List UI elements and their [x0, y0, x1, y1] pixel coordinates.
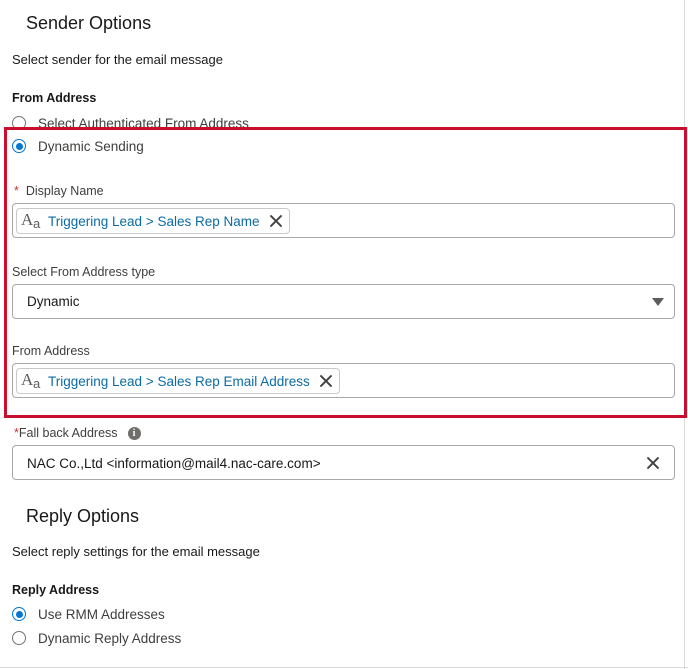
- reply-address-heading: Reply Address: [12, 583, 100, 597]
- fallback-address-label-text: Fall back Address: [18, 426, 118, 440]
- from-address-pill-text: Triggering Lead > Sales Rep Email Addres…: [48, 373, 310, 389]
- display-name-input[interactable]: Aa Triggering Lead > Sales Rep Name: [12, 203, 675, 238]
- display-name-pill[interactable]: Aa Triggering Lead > Sales Rep Name: [16, 208, 290, 234]
- fallback-address-label: * Fall back Address i: [14, 426, 141, 440]
- chevron-down-icon: [652, 298, 664, 306]
- address-type-label: Select From Address type: [12, 265, 156, 279]
- info-icon[interactable]: i: [127, 426, 141, 440]
- fallback-address-input[interactable]: NAC Co.,Ltd <information@mail4.nac-care.…: [12, 445, 675, 480]
- display-name-label-text: Display Name: [25, 184, 104, 198]
- from-address-pill[interactable]: Aa Triggering Lead > Sales Rep Email Add…: [16, 368, 340, 394]
- from-address-input[interactable]: Aa Triggering Lead > Sales Rep Email Add…: [12, 363, 675, 398]
- radio-label: Dynamic Reply Address: [38, 630, 182, 646]
- sender-options-title: Sender Options: [26, 13, 152, 33]
- reply-options-title: Reply Options: [26, 506, 140, 526]
- address-type-value: Dynamic: [27, 294, 80, 309]
- from-address-heading: From Address: [12, 91, 97, 105]
- radio-dynamic-sending[interactable]: Dynamic Sending: [12, 136, 144, 156]
- sender-options-description: Select sender for the email message: [12, 52, 223, 67]
- radio-label: Dynamic Sending: [38, 138, 144, 154]
- fallback-address-value: NAC Co.,Ltd <information@mail4.nac-care.…: [27, 456, 321, 471]
- radio-button[interactable]: [12, 631, 26, 645]
- radio-button-checked[interactable]: [12, 139, 26, 153]
- radio-button-checked[interactable]: [12, 607, 26, 621]
- remove-pill-icon[interactable]: [269, 214, 283, 228]
- radio-label: Use RMM Addresses: [38, 606, 165, 622]
- clear-icon[interactable]: [646, 456, 660, 470]
- text-type-icon: Aa: [21, 370, 41, 391]
- reply-options-description: Select reply settings for the email mess…: [12, 544, 260, 559]
- remove-pill-icon[interactable]: [319, 374, 333, 388]
- from-address-label: From Address: [12, 344, 90, 358]
- required-mark: *: [14, 184, 19, 198]
- display-name-pill-text: Triggering Lead > Sales Rep Name: [48, 213, 260, 229]
- display-name-label: * Display Name: [14, 184, 104, 198]
- text-type-icon: Aa: [21, 210, 41, 231]
- radio-use-rmm-addresses[interactable]: Use RMM Addresses: [12, 604, 165, 624]
- address-type-select[interactable]: Dynamic: [12, 284, 675, 319]
- panel-bottom-border: [0, 667, 688, 668]
- radio-dynamic-reply-address[interactable]: Dynamic Reply Address: [12, 628, 181, 648]
